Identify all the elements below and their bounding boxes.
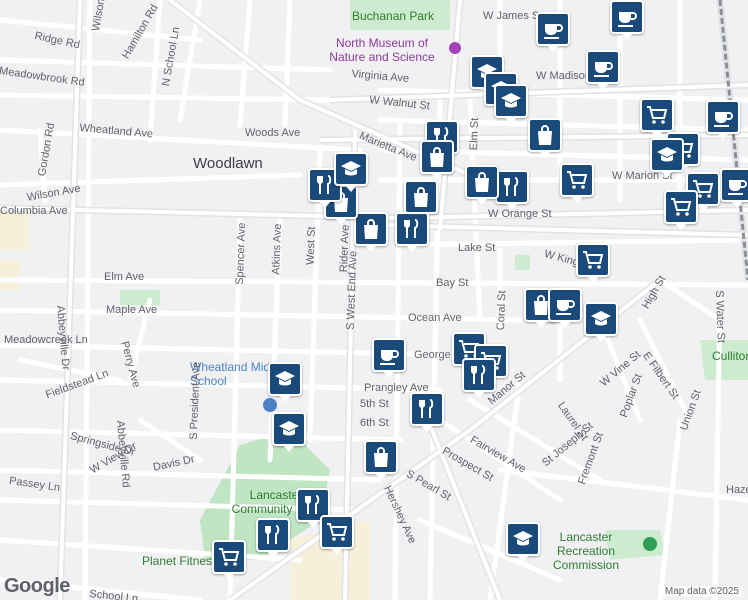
school-icon [501, 93, 521, 108]
street-maple: Maple Ave [106, 304, 158, 316]
map-base [0, 0, 748, 600]
cart-pin[interactable] [640, 98, 674, 138]
coffee-pin[interactable] [536, 12, 570, 52]
school-pin[interactable] [334, 152, 368, 192]
street-s-water: S Water St [713, 290, 727, 344]
cart-icon [219, 548, 240, 566]
school-pin[interactable] [272, 412, 306, 452]
shop-pin[interactable] [404, 180, 438, 220]
map-canvas[interactable]: Woodlawn Buchanan Park North Museum of N… [0, 0, 748, 600]
cart-icon [567, 171, 588, 189]
street-elm-st: Elm St [468, 117, 482, 151]
google-logo: Google [4, 575, 70, 597]
coffee-icon [714, 112, 733, 127]
coffee-pin[interactable] [706, 100, 740, 140]
coffee-icon [618, 12, 637, 27]
street-meadowcreek: Meadowcreek Ln [4, 334, 88, 346]
poi-buchanan-park[interactable]: Buchanan Park [352, 9, 434, 23]
coffee-icon [728, 180, 747, 195]
food-icon [504, 177, 519, 196]
shop-icon [414, 187, 428, 207]
cart-pin[interactable] [560, 163, 594, 203]
street-lake: Lake St [458, 242, 496, 254]
shop-pin[interactable] [465, 165, 499, 205]
street-6th: 6th St [360, 417, 389, 429]
street-atkins: Atkins Ave [270, 223, 285, 276]
food-pin[interactable] [462, 358, 496, 398]
coffee-pin[interactable] [610, 0, 644, 40]
street-hazel: Haze [726, 484, 748, 496]
street-w-orange: W Orange St [488, 208, 552, 220]
shop-pin[interactable] [420, 140, 454, 180]
school-icon [341, 161, 361, 176]
food-pin[interactable] [410, 392, 444, 432]
street-west-st: West St [304, 226, 318, 266]
street-ocean: Ocean Ave [408, 312, 462, 324]
school-pin[interactable] [506, 522, 540, 562]
poi-culliton-park[interactable]: Culliton Park [712, 349, 748, 363]
street-w-james: W James St [483, 10, 543, 22]
food-pin[interactable] [395, 212, 429, 252]
shop-icon [374, 447, 388, 467]
street-spencer: Spencer Ave [233, 222, 249, 286]
school-icon [591, 311, 611, 326]
school-pin[interactable] [584, 302, 618, 342]
cart-icon [327, 523, 348, 541]
cart-pin[interactable] [320, 515, 354, 555]
poi-north-museum[interactable]: North Museum of Nature and Science [318, 36, 446, 64]
street-woods: Woods Ave [245, 127, 301, 139]
cart-icon [647, 106, 668, 124]
cart-pin[interactable] [576, 243, 610, 283]
street-bay: Bay St [436, 277, 469, 289]
school-icon [279, 421, 299, 436]
food-pin[interactable] [495, 170, 529, 210]
street-elm-ave: Elm Ave [104, 271, 145, 283]
food-icon [305, 495, 320, 514]
coffee-icon [556, 300, 575, 315]
area-label-woodlawn: Woodlawn [193, 155, 263, 172]
school-icon [657, 147, 677, 162]
coffee-pin[interactable] [548, 288, 582, 328]
shop-pin[interactable] [354, 212, 388, 252]
coffee-pin[interactable] [586, 50, 620, 90]
street-coral: Coral St [495, 290, 509, 331]
school-pin[interactable] [268, 362, 302, 402]
coffee-icon [544, 24, 563, 39]
food-icon [404, 219, 419, 238]
shop-icon [364, 219, 378, 239]
shop-pin[interactable] [528, 118, 562, 158]
school-icon [275, 371, 295, 386]
street-columbia: Columbia Ave [0, 205, 68, 217]
poi-recreation-commission[interactable]: Lancaster Recreation Commission [530, 530, 642, 572]
coffee-pin[interactable] [720, 168, 748, 208]
cart-icon [583, 251, 604, 269]
street-5th: 5th St [360, 398, 389, 410]
food-icon [471, 365, 486, 384]
food-icon [265, 525, 280, 544]
coffee-icon [380, 350, 399, 365]
coffee-pin[interactable] [372, 338, 406, 378]
cart-pin[interactable] [212, 540, 246, 580]
shop-pin[interactable] [364, 440, 398, 480]
school-icon [513, 531, 533, 546]
cart-icon [671, 198, 692, 216]
coffee-icon [594, 62, 613, 77]
map-attribution[interactable]: Map data ©2025 [661, 586, 742, 597]
food-icon [419, 399, 434, 418]
shop-icon [430, 147, 444, 167]
shop-icon [475, 172, 489, 192]
school-pin[interactable] [650, 138, 684, 178]
food-pin[interactable] [256, 518, 290, 558]
poi-planet-fitness[interactable]: Planet Fitness [142, 554, 218, 568]
cart-pin[interactable] [664, 190, 698, 230]
shop-icon [538, 125, 552, 145]
school-pin[interactable] [494, 84, 528, 124]
